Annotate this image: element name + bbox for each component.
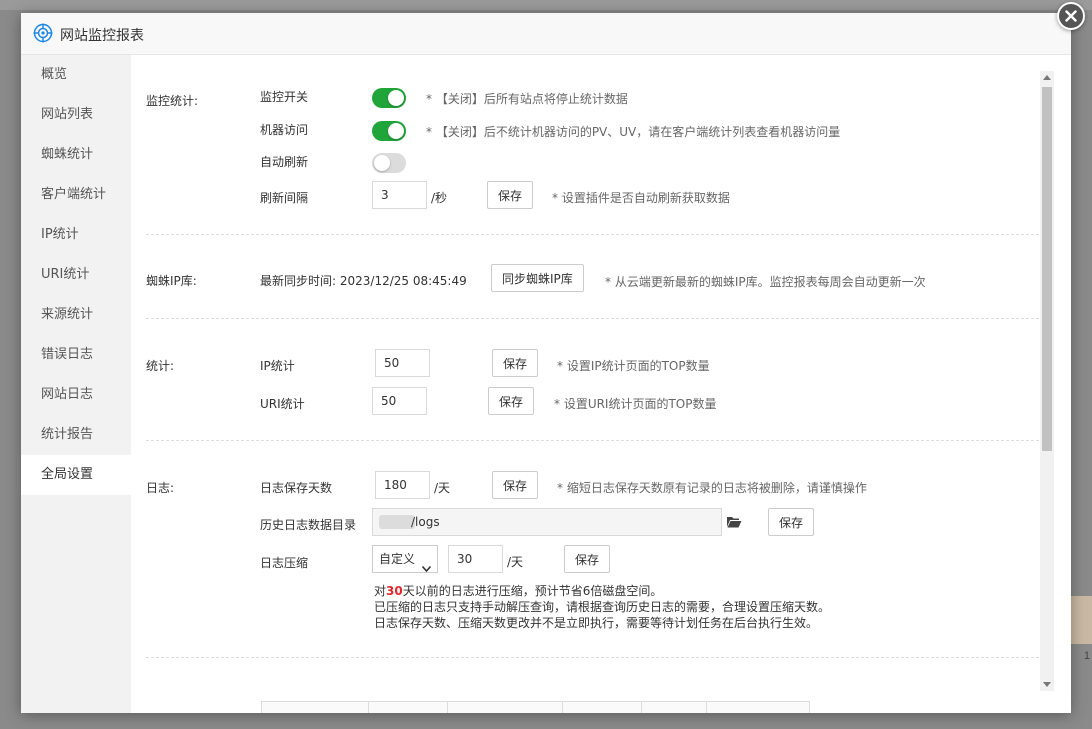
refresh-interval-label: 刷新间隔 <box>260 191 309 205</box>
settings-modal: 网站监控报表 概览 网站列表 蜘蛛统计 客户端统计 IP统计 URI统计 来源统… <box>21 13 1071 713</box>
log-compress-mode-value: 自定义 <box>379 552 416 566</box>
backdrop-strip <box>0 0 1092 10</box>
auto-refresh-label: 自动刷新 <box>260 155 309 169</box>
sidebar-item-ip-stats[interactable]: IP统计 <box>21 215 131 255</box>
sidebar-item-error-log[interactable]: 错误日志 <box>21 335 131 375</box>
monitor-switch-hint: * 【关闭】后所有站点将停止统计数据 <box>426 92 628 106</box>
auto-refresh-toggle[interactable] <box>372 153 406 173</box>
background-chart-label: 1 <box>1083 650 1090 662</box>
radar-target-icon <box>33 23 53 43</box>
monitor-section-label: 监控统计: <box>146 94 199 108</box>
refresh-interval-hint: * 设置插件是否自动刷新获取数据 <box>552 191 730 205</box>
log-retention-unit: /天 <box>434 481 451 495</box>
sidebar-item-uri-stats[interactable]: URI统计 <box>21 255 131 295</box>
redacted-path-segment <box>379 515 415 529</box>
log-compress-mode-select[interactable]: 自定义 <box>372 545 438 573</box>
folder-open-icon[interactable] <box>726 515 742 532</box>
uri-stats-save-button[interactable]: 保存 <box>488 387 535 415</box>
ip-stats-top-input[interactable] <box>375 349 430 377</box>
section-divider <box>146 657 1039 658</box>
sidebar-item-global-settings[interactable]: 全局设置 <box>21 455 131 495</box>
toggle-knob <box>388 90 404 106</box>
table-header-cell <box>447 701 563 713</box>
toggle-knob <box>388 123 404 139</box>
table-header-cell <box>562 701 642 713</box>
refresh-interval-unit: /秒 <box>431 191 448 205</box>
uri-stats-hint: * 设置URI统计页面的TOP数量 <box>554 397 717 411</box>
uri-stats-top-input[interactable] <box>372 387 427 415</box>
scroll-up-arrow-icon[interactable] <box>1043 75 1051 80</box>
history-log-dir-save-button[interactable]: 保存 <box>768 508 815 536</box>
toggle-knob <box>374 155 390 171</box>
robot-access-hint: * 【关闭】后不统计机器访问的PV、UV，请在客户端统计列表查看机器访问量 <box>426 125 841 139</box>
chevron-down-icon <box>421 555 432 581</box>
log-compress-label: 日志压缩 <box>260 556 309 570</box>
background-chart-bar <box>1069 596 1092 644</box>
table-header-cell <box>706 701 810 713</box>
monitor-switch-toggle[interactable] <box>372 88 406 108</box>
history-log-dir-label: 历史日志数据目录 <box>260 518 357 532</box>
sidebar: 概览 网站列表 蜘蛛统计 客户端统计 IP统计 URI统计 来源统计 错误日志 … <box>21 55 131 713</box>
refresh-interval-input[interactable] <box>372 181 427 209</box>
monitor-switch-label: 监控开关 <box>260 90 309 104</box>
settings-content: 监控统计: 监控开关 * 【关闭】后所有站点将停止统计数据 机器访问 * 【关闭… <box>131 55 1039 713</box>
spider-ip-section-label: 蜘蛛IP库: <box>146 274 197 288</box>
sidebar-item-spider-stats[interactable]: 蜘蛛统计 <box>21 135 131 175</box>
log-retention-days-input[interactable] <box>375 471 430 499</box>
ip-stats-label: IP统计 <box>260 359 295 373</box>
content-scrollbar[interactable] <box>1040 71 1054 691</box>
log-retention-save-button[interactable]: 保存 <box>492 471 539 499</box>
sidebar-item-site-list[interactable]: 网站列表 <box>21 95 131 135</box>
sidebar-item-referrer-stats[interactable]: 来源统计 <box>21 295 131 335</box>
note-suffix: 天以前的日志进行压缩，预计节省6倍磁盘空间。 <box>402 584 663 598</box>
logs-section-label: 日志: <box>146 481 175 495</box>
section-divider <box>146 440 1039 441</box>
section-divider <box>146 318 1039 319</box>
sidebar-item-stats-report[interactable]: 统计报告 <box>21 415 131 455</box>
close-button[interactable] <box>1057 2 1085 30</box>
uri-stats-label: URI统计 <box>260 397 305 411</box>
modal-title: 网站监控报表 <box>60 28 144 44</box>
sidebar-item-client-stats[interactable]: 客户端统计 <box>21 175 131 215</box>
table-header-cell <box>261 701 369 713</box>
table-header-cell <box>641 701 707 713</box>
history-log-dir-input[interactable]: /logs <box>372 508 722 536</box>
log-compress-unit: /天 <box>507 555 524 569</box>
close-icon <box>1065 10 1077 22</box>
log-retention-label: 日志保存天数 <box>260 481 333 495</box>
history-log-dir-path: /logs <box>411 515 440 529</box>
log-compress-days-input[interactable] <box>448 545 503 573</box>
modal-header: 网站监控报表 <box>21 13 1071 55</box>
scroll-thumb[interactable] <box>1042 87 1052 451</box>
robot-access-toggle[interactable] <box>372 121 406 141</box>
section-divider <box>146 234 1039 235</box>
scroll-down-arrow-icon[interactable] <box>1043 682 1051 687</box>
table-header-cell <box>368 701 448 713</box>
spider-ip-sync-time: 最新同步时间: 2023/12/25 08:45:49 <box>260 274 467 288</box>
log-compress-note-line3: 日志保存天数、压缩天数更改并不是立即执行，需要等待计划任务在后台执行生效。 <box>374 616 819 630</box>
ip-stats-hint: * 设置IP统计页面的TOP数量 <box>557 359 710 373</box>
sidebar-item-overview[interactable]: 概览 <box>21 55 131 95</box>
log-compress-note-line1: 对30天以前的日志进行压缩，预计节省6倍磁盘空间。 <box>374 583 662 599</box>
log-retention-hint: * 缩短日志保存天数原有记录的日志将被删除，请谨慎操作 <box>557 481 867 495</box>
note-days-highlight: 30 <box>386 584 403 598</box>
spider-ip-hint: * 从云端更新最新的蜘蛛IP库。监控报表每周会自动更新一次 <box>605 275 926 289</box>
refresh-interval-save-button[interactable]: 保存 <box>487 181 534 209</box>
robot-access-label: 机器访问 <box>260 123 309 137</box>
note-prefix: 对 <box>374 584 387 598</box>
sidebar-item-site-log[interactable]: 网站日志 <box>21 375 131 415</box>
stats-section-label: 统计: <box>146 359 175 373</box>
log-compress-note-line2: 已压缩的日志只支持手动解压查询，请根据查询历史日志的需要，合理设置压缩天数。 <box>374 600 831 614</box>
log-compress-save-button[interactable]: 保存 <box>564 545 611 573</box>
ip-stats-save-button[interactable]: 保存 <box>492 349 539 377</box>
sync-spider-ip-button[interactable]: 同步蜘蛛IP库 <box>491 264 584 292</box>
